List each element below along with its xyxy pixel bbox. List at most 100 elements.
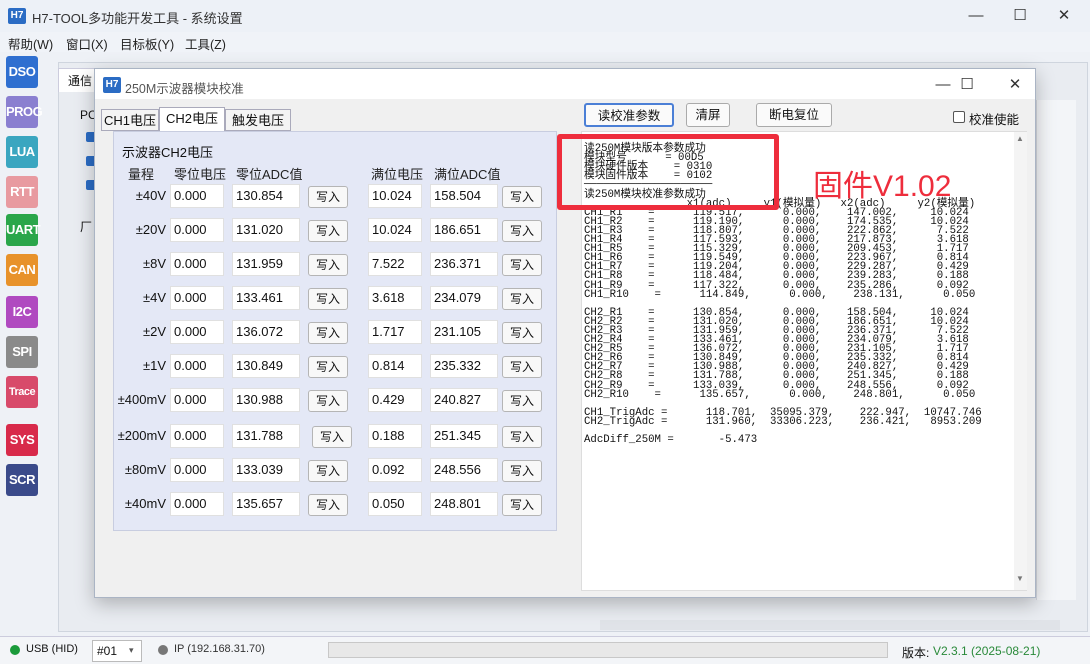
write-full-button[interactable]: 写入 xyxy=(502,322,542,344)
zero-voltage-input[interactable]: 0.000 xyxy=(170,218,224,242)
write-full-button[interactable]: 写入 xyxy=(502,186,542,208)
full-adc-input[interactable]: 234.079 xyxy=(430,286,498,310)
tab-ch1-voltage[interactable]: CH1电压 xyxy=(101,109,159,131)
close-button[interactable]: ✕ xyxy=(1042,4,1086,28)
app-logo-icon: H7 xyxy=(8,8,26,24)
write-zero-button[interactable]: 写入 xyxy=(308,494,348,516)
range-label: ±400mV xyxy=(117,392,166,407)
write-zero-button[interactable]: 写入 xyxy=(308,356,348,378)
sidebar-button-scr[interactable]: SCR xyxy=(6,464,38,496)
scroll-down-icon[interactable]: ▼ xyxy=(1016,574,1024,583)
write-full-button[interactable]: 写入 xyxy=(502,288,542,310)
zero-voltage-input[interactable]: 0.000 xyxy=(170,354,224,378)
zero-adc-input[interactable]: 130.988 xyxy=(232,388,300,412)
full-adc-input[interactable]: 231.105 xyxy=(430,320,498,344)
zero-voltage-input[interactable]: 0.000 xyxy=(170,458,224,482)
full-voltage-input[interactable]: 0.429 xyxy=(368,388,422,412)
log-scrollbar[interactable]: ▲ ▼ xyxy=(1014,132,1027,590)
sidebar-button-dso[interactable]: DSO xyxy=(6,56,38,88)
port-select[interactable]: #01 xyxy=(92,640,142,662)
zero-adc-input[interactable]: 136.072 xyxy=(232,320,300,344)
write-zero-button[interactable]: 写入 xyxy=(308,186,348,208)
full-voltage-input[interactable]: 0.092 xyxy=(368,458,422,482)
full-adc-input[interactable]: 158.504 xyxy=(430,184,498,208)
zero-adc-input[interactable]: 130.849 xyxy=(232,354,300,378)
sidebar-button-i2c[interactable]: I2C xyxy=(6,296,38,328)
full-voltage-input[interactable]: 10.024 xyxy=(368,184,422,208)
sidebar-button-spi[interactable]: SPI xyxy=(6,336,38,368)
zero-voltage-input[interactable]: 0.000 xyxy=(170,286,224,310)
full-voltage-input[interactable]: 10.024 xyxy=(368,218,422,242)
write-zero-button[interactable]: 写入 xyxy=(312,426,352,448)
dialog-close-button[interactable]: ✕ xyxy=(993,73,1037,97)
calibration-enable-label: 校准使能 xyxy=(969,113,1020,127)
full-voltage-input[interactable]: 7.522 xyxy=(368,252,422,276)
write-full-button[interactable]: 写入 xyxy=(502,460,542,482)
full-adc-input[interactable]: 235.332 xyxy=(430,354,498,378)
sidebar-button-can[interactable]: CAN xyxy=(6,254,38,286)
sidebar-button-sys[interactable]: SYS xyxy=(6,424,38,456)
full-adc-input[interactable]: 236.371 xyxy=(430,252,498,276)
write-zero-button[interactable]: 写入 xyxy=(308,390,348,412)
full-adc-input[interactable]: 251.345 xyxy=(430,424,498,448)
zero-voltage-input[interactable]: 0.000 xyxy=(170,492,224,516)
full-voltage-input[interactable]: 0.814 xyxy=(368,354,422,378)
zero-voltage-input[interactable]: 0.000 xyxy=(170,252,224,276)
zero-adc-input[interactable]: 130.854 xyxy=(232,184,300,208)
write-zero-button[interactable]: 写入 xyxy=(308,254,348,276)
menu-tools[interactable]: 工具(Z) xyxy=(185,34,226,53)
full-adc-input[interactable]: 240.827 xyxy=(430,388,498,412)
write-zero-button[interactable]: 写入 xyxy=(308,288,348,310)
write-zero-button[interactable]: 写入 xyxy=(308,322,348,344)
write-full-button[interactable]: 写入 xyxy=(502,356,542,378)
menu-window[interactable]: 窗口(X) xyxy=(66,34,108,53)
full-voltage-input[interactable]: 1.717 xyxy=(368,320,422,344)
maximize-button[interactable]: ☐ xyxy=(998,4,1042,28)
write-full-button[interactable]: 写入 xyxy=(502,426,542,448)
write-full-button[interactable]: 写入 xyxy=(502,220,542,242)
minimize-button[interactable]: — xyxy=(954,4,998,28)
range-label: ±40mV xyxy=(124,496,166,511)
scroll-up-icon[interactable]: ▲ xyxy=(1016,134,1024,143)
write-full-button[interactable]: 写入 xyxy=(502,390,542,412)
power-reset-button[interactable]: 断电复位 xyxy=(756,103,832,127)
full-voltage-input[interactable]: 3.618 xyxy=(368,286,422,310)
log-line: CH2_TrigAdc = 131.960, 33306.223, 236.42… xyxy=(584,415,982,428)
sidebar-button-uart[interactable]: UART xyxy=(6,214,41,246)
read-calibration-button[interactable]: 读校准参数 xyxy=(584,103,674,127)
bg-scrollbar[interactable] xyxy=(600,620,1060,630)
sidebar-button-rtt[interactable]: RTT xyxy=(6,176,38,208)
full-voltage-input[interactable]: 0.050 xyxy=(368,492,422,516)
zero-adc-input[interactable]: 135.657 xyxy=(232,492,300,516)
full-adc-input[interactable]: 186.651 xyxy=(430,218,498,242)
write-full-button[interactable]: 写入 xyxy=(502,254,542,276)
menu-target-board[interactable]: 目标板(Y) xyxy=(120,34,174,53)
calibration-enable-checkbox[interactable] xyxy=(953,111,965,123)
sidebar-button-trace[interactable]: Trace xyxy=(6,376,38,408)
full-adc-input[interactable]: 248.556 xyxy=(430,458,498,482)
zero-adc-input[interactable]: 133.461 xyxy=(232,286,300,310)
tab-ch2-voltage[interactable]: CH2电压 xyxy=(159,107,225,131)
zero-adc-input[interactable]: 133.039 xyxy=(232,458,300,482)
version-label: 版本: xyxy=(902,646,930,660)
tab-trigger-voltage[interactable]: 触发电压 xyxy=(225,109,291,131)
sidebar-button-prog[interactable]: PROG xyxy=(6,96,43,128)
sidebar-button-lua[interactable]: LUA xyxy=(6,136,38,168)
write-zero-button[interactable]: 写入 xyxy=(308,220,348,242)
zero-adc-input[interactable]: 131.788 xyxy=(232,424,300,448)
zero-adc-input[interactable]: 131.959 xyxy=(232,252,300,276)
log-line: CH2_R10 = 135.657, 0.000, 248.801, 0.050 xyxy=(584,388,976,401)
zero-voltage-input[interactable]: 0.000 xyxy=(170,424,224,448)
write-zero-button[interactable]: 写入 xyxy=(308,460,348,482)
progress-bar xyxy=(328,642,888,658)
zero-voltage-input[interactable]: 0.000 xyxy=(170,184,224,208)
full-voltage-input[interactable]: 0.188 xyxy=(368,424,422,448)
full-adc-input[interactable]: 248.801 xyxy=(430,492,498,516)
write-full-button[interactable]: 写入 xyxy=(502,494,542,516)
menu-help[interactable]: 帮助(W) xyxy=(8,34,53,53)
zero-voltage-input[interactable]: 0.000 xyxy=(170,320,224,344)
clear-screen-button[interactable]: 清屏 xyxy=(686,103,730,127)
dialog-maximize-button[interactable]: ☐ xyxy=(945,73,989,97)
zero-adc-input[interactable]: 131.020 xyxy=(232,218,300,242)
zero-voltage-input[interactable]: 0.000 xyxy=(170,388,224,412)
